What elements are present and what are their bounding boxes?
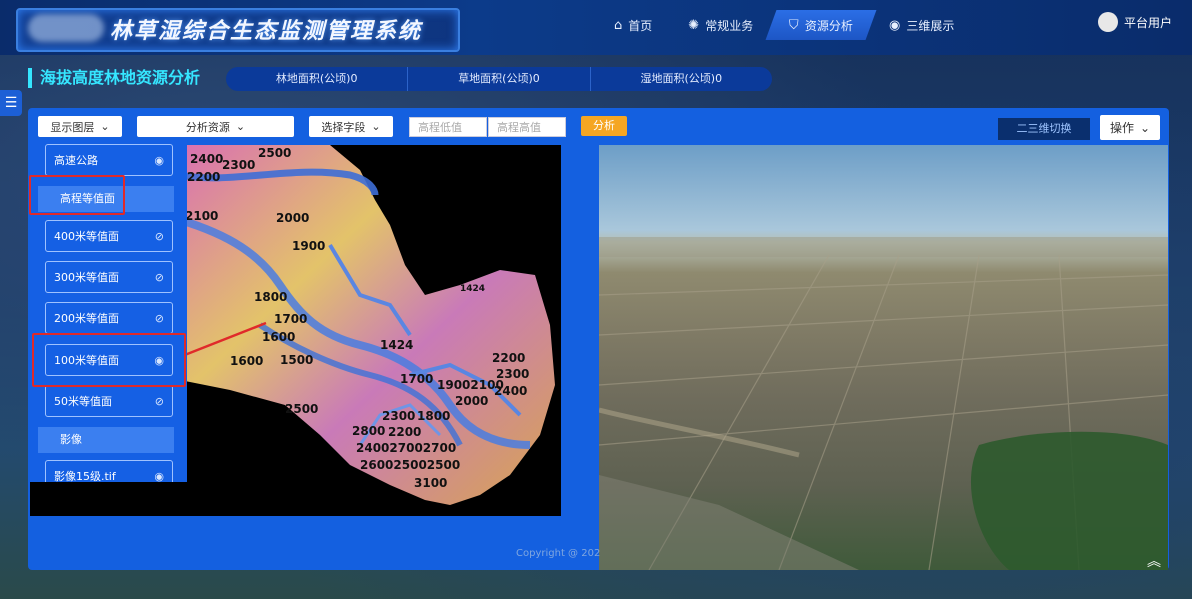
list-icon: ☰: [4, 95, 18, 111]
layer-label: 200米等值面: [54, 312, 119, 325]
layer-item-200m[interactable]: 200米等值面 ⊘: [45, 302, 173, 334]
contour-label: 1700: [400, 372, 433, 386]
contour-label: 2300: [382, 409, 415, 423]
bulb-icon: ✺: [688, 17, 700, 33]
home-icon: ⌂: [614, 17, 623, 33]
contour-label: 1800: [254, 290, 287, 304]
contour-label: 1600: [230, 354, 263, 368]
eye-off-icon[interactable]: ⊘: [155, 395, 164, 408]
contour-label: 2200: [187, 170, 220, 184]
map-3d-view[interactable]: [599, 145, 1168, 570]
contour-label: 1900: [292, 239, 325, 253]
contour-label: 2300: [222, 158, 255, 172]
eye-icon[interactable]: ◉: [154, 470, 164, 483]
contour-label: 1600: [262, 330, 295, 344]
layer-item-300m[interactable]: 300米等值面 ⊘: [45, 261, 173, 293]
contour-label: 2400: [494, 384, 527, 398]
contour-label: 2000: [455, 394, 488, 408]
section-title: 海拔高度林地资源分析: [28, 68, 200, 88]
user-menu[interactable]: 平台用户: [1097, 12, 1172, 32]
nav-home[interactable]: ⌂ 首页: [596, 10, 670, 40]
contour-label: 1424: [460, 284, 485, 294]
eye-icon[interactable]: ◉: [154, 154, 164, 167]
layer-select[interactable]: 显示图层 ⌄: [38, 116, 122, 137]
layer-group-imagery[interactable]: 影像: [38, 427, 174, 453]
contour-label: 2500: [285, 402, 318, 416]
logo: [28, 14, 104, 42]
nav-routine[interactable]: ✺ 常规业务: [670, 10, 771, 40]
chevron-down-icon: ⌄: [235, 120, 246, 133]
operations-button[interactable]: 操作 ⌄: [1100, 115, 1160, 140]
contour-label: 1500: [280, 353, 313, 367]
city-3d-scene: [599, 237, 1168, 570]
contour-label: 1424: [380, 338, 413, 352]
contour-label: 2100: [185, 209, 218, 223]
nav-label: 首页: [628, 18, 653, 33]
stat-wetland-area: 湿地面积(公顷)0: [640, 72, 723, 85]
layer-item-400m[interactable]: 400米等值面 ⊘: [45, 220, 173, 252]
analyze-button[interactable]: 分析: [581, 116, 627, 136]
contour-label: 240027002700: [356, 441, 456, 455]
contour-label: 260025002500: [360, 458, 460, 472]
layer-item-highway[interactable]: 高速公路 ◉: [45, 144, 173, 176]
view-switch-button[interactable]: 二三维切换: [998, 118, 1090, 140]
nav-label: 常规业务: [705, 18, 754, 33]
eye-off-icon[interactable]: ⊘: [155, 312, 164, 325]
chevron-down-icon: ⌄: [371, 120, 381, 133]
contour-label: 2400: [190, 152, 223, 166]
globe-icon: ◉: [888, 17, 901, 33]
chevron-down-icon: ⌄: [100, 120, 110, 133]
layer-select-label: 显示图层: [50, 120, 95, 134]
app-title: 林草湿综合生态监测管理系统: [110, 19, 423, 44]
layer-label: 400米等值面: [54, 230, 119, 243]
copyright-text: Copyright @ 202: [516, 548, 601, 559]
user-name: 平台用户: [1123, 15, 1172, 30]
highlight-box: [32, 333, 186, 387]
contour-label: 3100: [414, 476, 447, 490]
contour-label: 1700: [274, 312, 307, 326]
area-stats: 林地面积(公顷)0 草地面积(公顷)0 湿地面积(公顷)0: [226, 67, 772, 91]
eye-off-icon[interactable]: ⊘: [155, 271, 164, 284]
field-select[interactable]: 选择字段 ⌄: [309, 116, 393, 137]
layer-label: 影像15级.tif: [54, 470, 116, 482]
main-nav: ⌂ 首页 ✺ 常规业务 ⛉ 资源分析 ◉ 三维展示: [596, 10, 972, 40]
highlight-box: [29, 175, 125, 215]
contour-label: 2000: [276, 211, 309, 225]
elevation-min-input[interactable]: 高程低值: [409, 117, 487, 137]
layer-label: 50米等值面: [54, 395, 112, 408]
resource-select-label: 分析资源: [185, 120, 230, 134]
stat-forest-area: 林地面积(公顷)0: [226, 67, 409, 91]
layer-label: 高速公路: [54, 154, 98, 167]
elevation-max-input[interactable]: 高程高值: [488, 117, 566, 137]
stat-grass-area: 草地面积(公顷)0: [408, 67, 591, 91]
contour-label: 2200: [388, 425, 421, 439]
layer-item-imagery-15[interactable]: 影像15级.tif ◉: [45, 460, 173, 482]
eye-off-icon[interactable]: ⊘: [155, 230, 164, 243]
nav-3d-view[interactable]: ◉ 三维展示: [871, 10, 972, 40]
layer-item-50m[interactable]: 50米等值面 ⊘: [45, 385, 173, 417]
contour-label: 2800: [352, 424, 385, 438]
field-select-label: 选择字段: [321, 120, 366, 134]
nav-label: 资源分析: [804, 18, 853, 33]
contour-label: 2200: [492, 351, 525, 365]
resource-select[interactable]: 分析资源 ⌄: [137, 116, 294, 137]
nav-label: 三维展示: [906, 18, 955, 33]
contour-label: 2500: [258, 146, 291, 160]
chevron-down-icon: ⌄: [1139, 120, 1151, 135]
sidebar-toggle-button[interactable]: ☰: [0, 90, 22, 116]
nav-resource-analysis[interactable]: ⛉ 资源分析: [765, 10, 877, 40]
avatar: [1097, 12, 1118, 32]
shield-icon: ⛉: [789, 17, 799, 33]
contour-label: 2300: [496, 367, 529, 381]
top-header: 林草湿综合生态监测管理系统 ⌂ 首页 ✺ 常规业务 ⛉ 资源分析 ◉ 三维展示 …: [0, 0, 1192, 55]
scroll-top-icon[interactable]: ︽: [1147, 551, 1161, 571]
ops-label: 操作: [1109, 121, 1134, 135]
layer-label: 300米等值面: [54, 271, 119, 284]
contour-label: 1800: [417, 409, 450, 423]
